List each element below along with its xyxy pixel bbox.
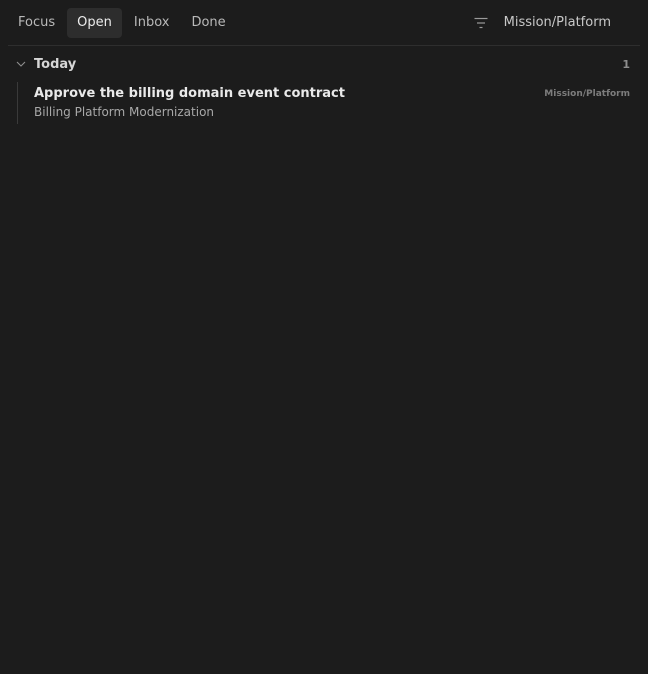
task-item[interactable]: Approve the billing domain event contrac…: [17, 82, 640, 124]
filter-icon: [474, 17, 488, 28]
scope-selector[interactable]: Mission/Platform: [504, 15, 640, 30]
filter-button[interactable]: [468, 10, 494, 36]
group-header-today[interactable]: Today 1: [8, 46, 640, 82]
chevron-down-icon: [16, 61, 26, 67]
group-title: Today: [34, 56, 77, 72]
task-tag: Mission/Platform: [544, 89, 630, 99]
tab-focus[interactable]: Focus: [8, 8, 65, 38]
view-tabs: Focus Open Inbox Done: [8, 7, 236, 38]
tab-inbox[interactable]: Inbox: [124, 8, 180, 38]
tab-open[interactable]: Open: [67, 7, 122, 38]
task-project: Billing Platform Modernization: [34, 105, 215, 119]
task-body: Approve the billing domain event contrac…: [34, 85, 544, 120]
task-title: Approve the billing domain event contrac…: [34, 86, 345, 101]
group-count: 1: [622, 57, 630, 71]
tab-done[interactable]: Done: [181, 8, 235, 38]
app-root: Focus Open Inbox Done Mission/Platform T…: [0, 0, 648, 674]
top-bar: Focus Open Inbox Done Mission/Platform: [8, 0, 640, 46]
group-collapse-toggle[interactable]: [14, 57, 28, 71]
